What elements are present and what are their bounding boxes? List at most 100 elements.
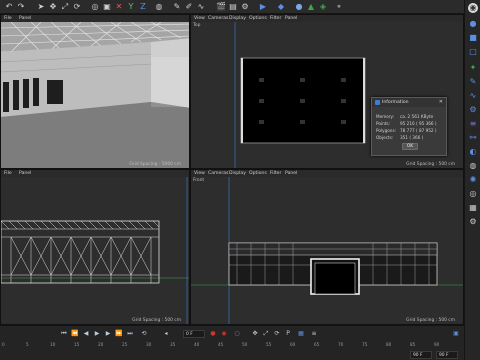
lines-icon[interactable]: ≡ (468, 119, 478, 129)
render-icon[interactable]: ▶ (258, 2, 268, 12)
parameter-key-icon[interactable]: P (284, 330, 292, 338)
previous-frame-icon[interactable]: ◀ (82, 330, 90, 338)
avatar[interactable]: ◉ (468, 3, 478, 13)
scale-key-icon[interactable]: ⤢ (262, 330, 270, 338)
menu-cameras[interactable]: Cameras (208, 16, 228, 21)
cloud-icon[interactable]: ▲ (306, 2, 316, 12)
grid-icon[interactable]: ▦ (468, 203, 478, 213)
ok-button[interactable]: OK (402, 143, 418, 150)
render-settings-icon[interactable]: ⚙ (240, 2, 250, 12)
front-viewport[interactable]: View Cameras Display Options Filter Pane… (190, 169, 464, 325)
end-frame-field[interactable]: 90 F (410, 351, 432, 359)
autokey-icon[interactable]: ◉ (220, 330, 228, 338)
tag-icon[interactable]: ◈ (318, 2, 328, 12)
play-icon[interactable]: ▶ (93, 330, 101, 338)
ruler-tick: 65 (314, 342, 320, 347)
info-value-polygons: 78 777 ( 87 952 ) (400, 128, 437, 133)
pen-icon[interactable]: ✎ (468, 77, 478, 87)
next-frame-icon[interactable]: ▶ (104, 330, 112, 338)
grid-spacing-label: Grid Spacing : 5000 cm (129, 162, 181, 167)
menu-panel[interactable]: Panel (285, 16, 297, 21)
viewport-menu: View Cameras Display Options Filter Pane… (191, 15, 463, 22)
go-to-start-icon[interactable]: ⏮ (60, 330, 68, 338)
ruler-tick: 20 (98, 342, 104, 347)
close-icon[interactable]: ✕ (439, 99, 443, 105)
cube-icon[interactable]: ◆ (276, 2, 286, 12)
cube-icon[interactable]: ■ (468, 33, 478, 43)
spline-icon[interactable]: ∿ (468, 91, 478, 101)
y-axis-icon[interactable]: Y (126, 2, 136, 12)
move-icon[interactable]: ✥ (48, 2, 58, 12)
menu-options[interactable]: Options (249, 171, 267, 176)
cursor-icon[interactable]: ➤ (36, 2, 46, 12)
menu-panel[interactable]: Panel (285, 171, 297, 176)
frame-down-icon[interactable]: ◂ (162, 330, 170, 338)
light-icon[interactable]: ✺ (468, 175, 478, 185)
viewport-menu: View Cameras Display Options Filter Pane… (191, 170, 463, 177)
z-axis-icon[interactable]: Z (138, 2, 148, 12)
link-icon[interactable]: ⚯ (468, 133, 478, 143)
max-frame-field[interactable]: 90 F (436, 351, 458, 359)
settings-icon[interactable]: ⚙ (468, 217, 478, 227)
menu-display[interactable]: Display (229, 171, 246, 176)
previous-key-icon[interactable]: ⏪ (71, 330, 79, 338)
right-viewport[interactable]: File Panel Grid Spacing : 500 cm (0, 169, 190, 325)
scale-icon[interactable]: ⤢ (60, 2, 70, 12)
rotation-key-icon[interactable]: ⟳ (273, 330, 281, 338)
gear-icon[interactable]: ⚙ (468, 105, 478, 115)
wand-icon[interactable]: ✦ (468, 63, 478, 73)
ruler-tick: 70 (338, 342, 344, 347)
rotate-icon[interactable]: ⟳ (72, 2, 82, 12)
timeline-ruler[interactable]: 0 5 10 15 20 25 30 35 40 45 50 55 60 65 … (0, 340, 464, 350)
menu-file[interactable]: File (4, 16, 12, 21)
object-icon[interactable]: ▣ (102, 2, 112, 12)
live-selection-icon[interactable]: ◎ (90, 2, 100, 12)
menu-display[interactable]: Display (229, 16, 246, 21)
arrow-undo-icon[interactable]: ↶ (4, 2, 14, 12)
menu-view[interactable]: View (194, 171, 205, 176)
loop-icon[interactable]: ⟲ (140, 330, 148, 338)
menu-panel[interactable]: Panel (19, 171, 31, 176)
tag-icon[interactable]: ◍ (468, 161, 478, 171)
ruler-tick: 0 (2, 342, 5, 347)
pla-key-icon[interactable]: ▦ (297, 330, 305, 338)
position-key-icon[interactable]: ✥ (251, 330, 259, 338)
clapper-icon[interactable]: 🎬 (216, 2, 226, 12)
perspective-viewport[interactable]: File Panel Grid Spacing : 5000 cm (0, 14, 190, 169)
spline-icon[interactable]: ∿ (196, 2, 206, 12)
timeline-menu-icon[interactable]: ≡ (310, 330, 318, 338)
nurbs-icon[interactable]: ◐ (468, 147, 478, 157)
information-dialog: Information ✕ Memory: ca. 2 561 KByte Po… (371, 97, 447, 156)
x-axis-icon[interactable]: ✕ (114, 2, 124, 12)
current-frame-field[interactable]: 0 F (183, 330, 205, 338)
menu-cameras[interactable]: Cameras (208, 171, 228, 176)
right-toolbar: ◉ ● ■ □ ✦ ✎ ∿ ⚙ ≡ ⚯ ◐ ◍ ✺ ◎ ▦ ⚙ (464, 0, 480, 360)
menu-options[interactable]: Options (249, 16, 267, 21)
timeline-window-icon[interactable]: ▣ (452, 330, 460, 338)
settings-icon[interactable]: ⚬ (334, 2, 344, 12)
ruler-tick: 90 (434, 342, 440, 347)
menu-filter[interactable]: Filter (270, 171, 281, 176)
globe-icon[interactable]: ◎ (468, 189, 478, 199)
sphere-icon[interactable]: ● (294, 2, 304, 12)
menu-filter[interactable]: Filter (270, 16, 281, 21)
record-key-icon[interactable]: ● (209, 330, 217, 338)
go-to-end-icon[interactable]: ⏭ (126, 330, 134, 338)
pen-icon[interactable]: ✎ (172, 2, 182, 12)
ruler-tick: 80 (386, 342, 392, 347)
menu-panel[interactable]: Panel (19, 16, 31, 21)
menu-file[interactable]: File (4, 171, 12, 176)
world-icon[interactable]: ◍ (154, 2, 164, 12)
ruler-tick: 30 (146, 342, 152, 347)
arrow-redo-icon[interactable]: ↷ (16, 2, 26, 12)
square-icon[interactable]: □ (468, 47, 478, 57)
keyframe-selection-icon[interactable]: ◌ (233, 330, 241, 338)
menu-view[interactable]: View (194, 16, 205, 21)
next-key-icon[interactable]: ⏩ (115, 330, 123, 338)
ruler-tick: 45 (218, 342, 224, 347)
sphere-icon[interactable]: ● (468, 19, 478, 29)
info-label-points: Points: (376, 121, 390, 126)
viewport-menu: File Panel (1, 170, 189, 177)
brush-icon[interactable]: ✐ (184, 2, 194, 12)
film-icon[interactable]: ▤ (228, 2, 238, 12)
